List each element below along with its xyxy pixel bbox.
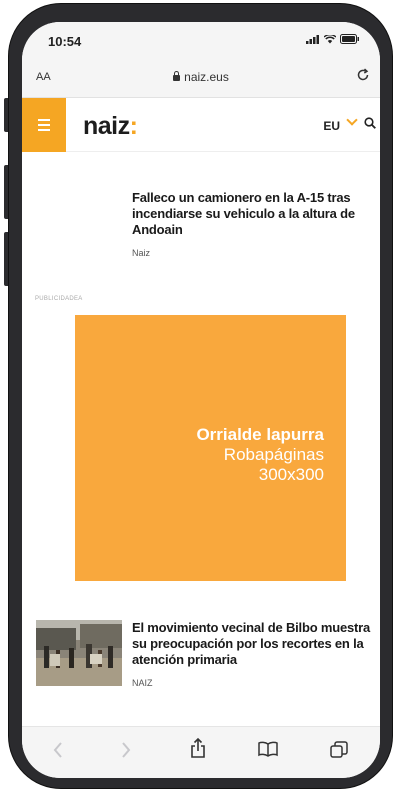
- clock: 10:54: [48, 34, 82, 49]
- url-field[interactable]: naiz.eus: [22, 70, 380, 84]
- forward-icon[interactable]: [120, 741, 132, 759]
- ad-type: Robapáginas: [223, 445, 324, 464]
- site-logo[interactable]: naiz:: [83, 112, 138, 141]
- status-bar: 10:54: [22, 22, 380, 56]
- search-icon[interactable]: [364, 117, 376, 129]
- lock-icon: [173, 71, 181, 81]
- menu-line-icon: [38, 129, 50, 131]
- battery-icon: [340, 34, 359, 44]
- hamburger-menu-button[interactable]: [22, 98, 66, 152]
- article-card[interactable]: El movimiento vecinal de Bilbo muestra s…: [132, 620, 372, 688]
- ad-title: Orrialde lapurra: [196, 425, 324, 444]
- ad-text: Orrialde lapurra Robapáginas 300x300: [196, 425, 324, 485]
- bookmarks-icon[interactable]: [258, 741, 278, 757]
- menu-line-icon: [38, 124, 50, 126]
- safari-toolbar: [22, 726, 380, 778]
- share-icon[interactable]: [190, 737, 206, 759]
- wifi-icon: [324, 34, 336, 43]
- advertisement-label: PUBLICIDADEA: [35, 296, 83, 302]
- article-source: Naiz: [132, 248, 151, 258]
- chevron-down-icon[interactable]: [346, 114, 358, 126]
- advertisement-banner[interactable]: Orrialde lapurra Robapáginas 300x300: [75, 315, 346, 581]
- phone-screen: 10:54 AA naiz.eus naiz: EU Falleco un ca…: [22, 22, 380, 778]
- article-source: NAIZ: [132, 678, 153, 688]
- reload-icon[interactable]: [356, 68, 370, 82]
- street-photo-image: [36, 620, 122, 686]
- article-card[interactable]: Falleco un camionero en la A-15 tras inc…: [132, 190, 367, 258]
- menu-line-icon: [38, 119, 50, 121]
- article-title[interactable]: El movimiento vecinal de Bilbo muestra s…: [132, 620, 372, 668]
- language-selector[interactable]: EU: [323, 119, 340, 133]
- ad-size: 300x300: [258, 465, 324, 484]
- url-text: naiz.eus: [184, 70, 229, 84]
- site-header: naiz: EU: [22, 98, 380, 152]
- article-title[interactable]: Falleco un camionero en la A-15 tras inc…: [132, 190, 367, 238]
- signal-icon: [306, 34, 319, 44]
- back-icon[interactable]: [52, 741, 64, 759]
- article-thumbnail[interactable]: [36, 620, 122, 686]
- logo-text: naiz: [83, 112, 130, 140]
- status-icons: [306, 34, 360, 44]
- safari-address-bar[interactable]: AA naiz.eus: [22, 56, 380, 98]
- tabs-icon[interactable]: [330, 741, 348, 759]
- logo-colon: :: [129, 112, 138, 140]
